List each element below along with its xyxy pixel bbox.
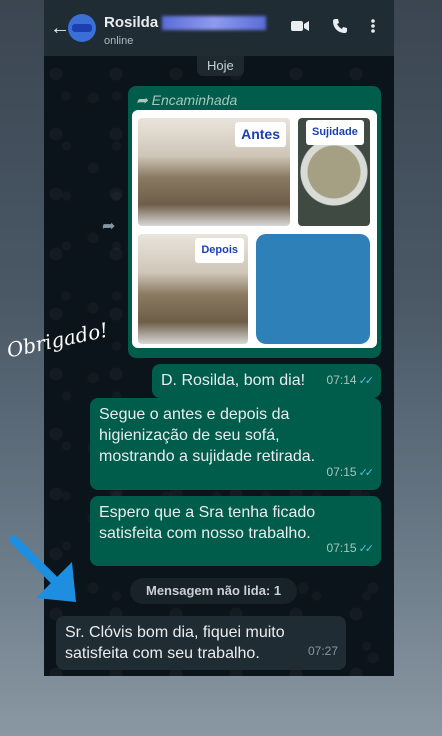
date-divider: Hoje [197, 56, 244, 76]
redacted-surname [162, 16, 267, 31]
read-ticks-icon: ✓✓ [358, 467, 375, 479]
message-time: 07:15 [326, 541, 357, 555]
before-photo[interactable]: Antes [138, 118, 290, 226]
message-meta: 07:14 ✓✓ [326, 370, 375, 392]
video-call-icon[interactable] [290, 18, 310, 39]
after-label: Depois [195, 238, 244, 263]
dirt-label: Sujidade [306, 120, 364, 145]
message-meta: 07:15 ✓✓ [326, 462, 375, 484]
phone-icon[interactable] [332, 18, 348, 39]
message-in[interactable]: Sr. Clóvis bom dia, fiquei muito satisfe… [56, 616, 346, 670]
message-meta: 07:15 ✓✓ [326, 538, 375, 560]
dirt-photo[interactable]: Sujidade [298, 118, 370, 226]
message-time: 07:14 [326, 373, 357, 387]
forwarded-label: ➦ Encaminhada [136, 92, 238, 108]
arrow-annotation-icon [9, 535, 76, 602]
chat-header: ← Rosilda online [44, 0, 394, 56]
image-grid: Antes Sujidade Depois [132, 110, 377, 348]
avatar[interactable] [68, 14, 96, 42]
contact-status: online [104, 35, 134, 47]
contact-name[interactable]: Rosilda [104, 14, 267, 31]
message-text: Segue o antes e depois da higienização d… [99, 406, 316, 465]
message-text: Espero que a Sra tenha ficado satisfeita… [99, 504, 316, 542]
before-label: Antes [235, 122, 286, 147]
message-out[interactable]: D. Rosilda, bom dia! 07:14 ✓✓ [152, 364, 381, 398]
message-time: 07:15 [326, 465, 357, 479]
arrow-left-icon[interactable]: ← [50, 18, 70, 38]
after-photo[interactable]: Depois [138, 234, 248, 344]
forward-share-icon[interactable]: ➦ [102, 216, 115, 236]
forwarded-image-message[interactable]: ➦ Encaminhada Antes Sujidade Depois [128, 86, 381, 358]
message-time: 07:27 [307, 644, 338, 658]
more-vert-icon[interactable] [370, 18, 376, 39]
unread-divider: Mensagem não lida: 1 [130, 578, 298, 604]
read-ticks-icon: ✓✓ [358, 543, 375, 555]
message-text: D. Rosilda, bom dia! [161, 372, 306, 389]
message-out[interactable]: Espero que a Sra tenha ficado satisfeita… [90, 496, 381, 566]
message-text: Sr. Clóvis bom dia, fiquei muito satisfe… [65, 624, 285, 662]
message-out[interactable]: Segue o antes e depois da higienização d… [90, 398, 381, 490]
redacted-photo[interactable] [256, 234, 370, 344]
read-ticks-icon: ✓✓ [358, 375, 375, 387]
